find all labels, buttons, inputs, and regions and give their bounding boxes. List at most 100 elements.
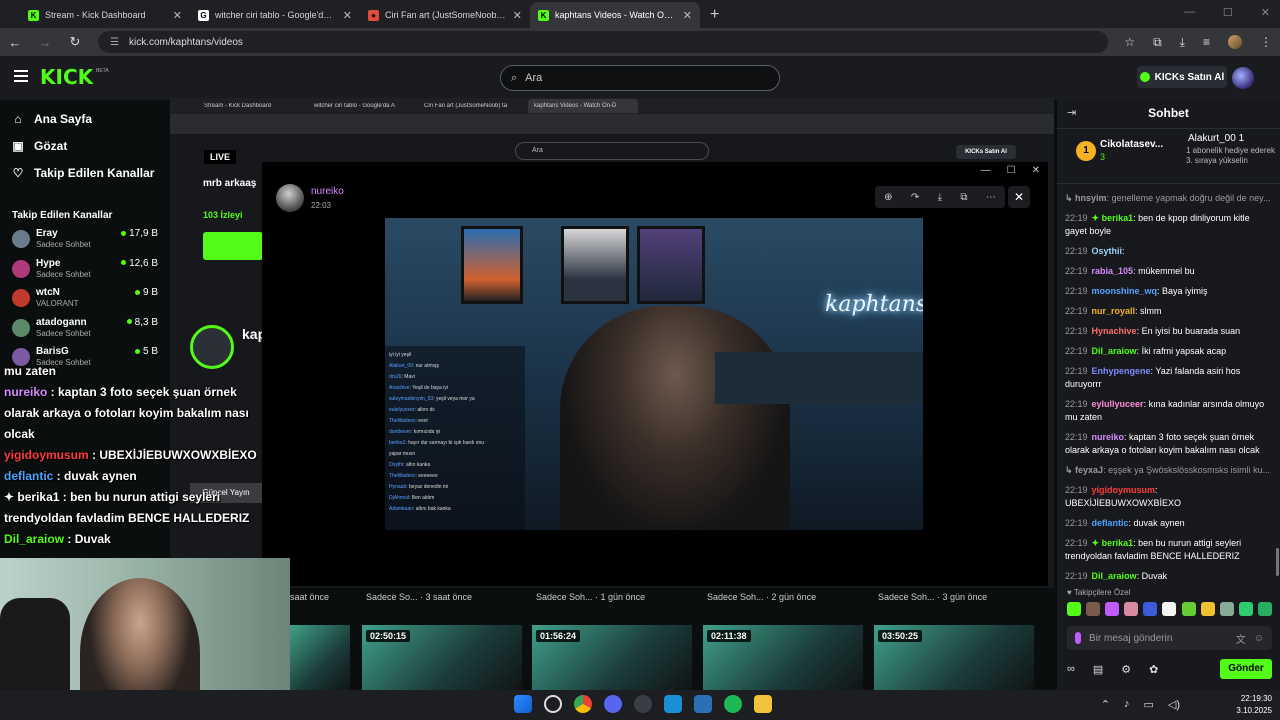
video-thumbnail[interactable]: 02:11:38 [703, 625, 863, 690]
url-field[interactable]: ☰ kick.com/kaphtans/videos [98, 31, 1109, 53]
folder-icon[interactable] [754, 695, 772, 713]
open-external-icon[interactable]: ⧉ [960, 192, 967, 203]
more-icon[interactable]: ⋯ [986, 192, 996, 203]
sidebar-item-following[interactable]: ♡ Takip Edilen Kanallar [12, 166, 155, 180]
store-icon[interactable]: ▤ [1093, 663, 1103, 676]
chat-username[interactable]: nureiko [1092, 432, 1125, 442]
followed-channel[interactable]: Eray Sadece Sohbet 17,9 B [12, 228, 162, 256]
close-tab-icon[interactable]: ✕ [343, 9, 352, 22]
emote-icon[interactable] [1162, 602, 1177, 616]
volume-icon[interactable]: ◁) [1168, 698, 1180, 711]
chat-message[interactable]: 22:19 ✦ berika1: ben bu nurun attigi seyl… [1065, 537, 1272, 563]
network-icon[interactable]: ▭ [1143, 698, 1153, 711]
chat-message[interactable]: 22:19 Osythii: [1065, 245, 1272, 258]
chat-input[interactable]: Bir mesaj gönderin 文 ☺ [1067, 626, 1272, 650]
chat-username[interactable]: yigidoymusum [1092, 485, 1156, 495]
close-window-icon[interactable]: ✕ [1261, 6, 1270, 19]
chat-message[interactable]: ↳ feyxaJ: eşşek ya Şwöskslösskosmsks isi… [1065, 464, 1272, 477]
browser-menu-icon[interactable]: ⋮ [1260, 35, 1272, 49]
close-tab-icon[interactable]: ✕ [173, 9, 182, 22]
search-input[interactable]: ⌕ Ara [500, 65, 780, 91]
emote-icon[interactable] [1181, 602, 1196, 616]
chat-username[interactable]: Dil_araiow [1092, 346, 1137, 356]
leader-name[interactable]: Cikolatasev... [1100, 139, 1163, 150]
kicks-icon[interactable]: ✿ [1149, 663, 1158, 676]
chat-username[interactable]: ✦ berika1 [1092, 213, 1134, 223]
media-icon[interactable]: ≡ [1203, 35, 1210, 49]
followed-channel[interactable]: wtcN VALORANT 9 B [12, 287, 162, 315]
user-avatar[interactable] [1232, 67, 1254, 89]
chat-username[interactable]: eylullyuceer [1092, 399, 1144, 409]
close-tab-icon[interactable]: ✕ [513, 9, 522, 22]
emote-icon[interactable] [1105, 602, 1120, 616]
reload-icon[interactable]: ↻ [68, 34, 82, 50]
chat-username[interactable]: ✦ berika1 [1092, 538, 1134, 548]
chat-message[interactable]: 22:19 Hynachive: En iyisi bu buarada suan [1065, 325, 1272, 338]
paint-icon[interactable] [694, 695, 712, 713]
sidebar-item-home[interactable]: ⌂ Ana Sayfa [12, 112, 92, 126]
page-scrollbar[interactable] [1276, 548, 1279, 576]
kick-logo[interactable]: KICK [40, 65, 93, 89]
emote-icon[interactable] [1143, 602, 1158, 616]
chat-username[interactable]: moonshine_wq [1092, 286, 1158, 296]
tray-arrow-icon[interactable]: ⌃ [1101, 698, 1110, 711]
chat-username[interactable]: Osythii [1092, 246, 1123, 256]
video-thumbnail[interactable]: 03:50:25 [874, 625, 1034, 690]
chat-username[interactable]: Enhypengene [1092, 366, 1151, 376]
zoom-icon[interactable]: ⊕ [884, 192, 892, 203]
chat-message[interactable]: ↳ hnsyim: genelleme yapmak doğru değil d… [1065, 192, 1272, 205]
new-tab-button[interactable]: + [710, 6, 719, 24]
chat-message[interactable]: 22:19 nureiko: kaptan 3 foto seçek şuan ö… [1065, 431, 1272, 457]
video-thumbnail[interactable] [290, 625, 350, 690]
mic-icon[interactable]: ♪ [1124, 698, 1130, 711]
bookmark-star-icon[interactable]: ☆ [1124, 35, 1135, 49]
emote-icon[interactable] [1124, 602, 1139, 616]
minimize-icon[interactable]: — [1184, 6, 1195, 19]
chat-message[interactable]: 22:19 nur_royall: slmm [1065, 305, 1272, 318]
clock[interactable]: 22:19:30 3.10.2025 [1236, 693, 1272, 717]
profile-avatar[interactable] [1228, 35, 1242, 49]
emoji-icon[interactable]: ☺ [1254, 633, 1264, 644]
chat-username[interactable]: rabia_105 [1092, 266, 1134, 276]
chat-username[interactable]: nur_royall [1092, 306, 1136, 316]
followed-channel[interactable]: Hype Sadece Sohbet 12,6 B [12, 258, 162, 286]
discord-icon[interactable] [604, 695, 622, 713]
emote-icon[interactable] [1067, 602, 1081, 616]
chat-username[interactable]: Dil_araiow [1092, 571, 1137, 581]
download-icon[interactable]: ⤓ [938, 192, 942, 203]
chat-message[interactable]: 22:19 eylullyuceer: kına kadınlar arsında… [1065, 398, 1272, 424]
chat-message[interactable]: 22:19 Enhypengene: Yazi falanda asiri hos… [1065, 365, 1272, 391]
minimize-icon[interactable]: — [981, 165, 991, 176]
obs-icon[interactable] [634, 695, 652, 713]
chat-message[interactable]: 22:19 ✦ berika1: ben de kpop dinliyorum k… [1065, 212, 1272, 238]
chat-username[interactable]: Hynachive [1092, 326, 1137, 336]
maximize-icon[interactable]: ☐ [1007, 165, 1016, 176]
windows-start-icon[interactable] [514, 695, 532, 713]
close-window-icon[interactable]: ✕ [1032, 165, 1040, 176]
kicks-buy-button[interactable]: KICKs Satın Al [1137, 66, 1227, 88]
settings-icon[interactable]: ⚙ [1121, 663, 1131, 676]
app-icon[interactable] [664, 695, 682, 713]
browser-tab[interactable]: Kkaphtans Videos - Watch On-D ✕ [530, 2, 700, 28]
sidebar-item-browse[interactable]: ▣ Gözat [12, 139, 67, 153]
followed-channel[interactable]: atadogann Sadece Sohbet 8,3 B [12, 317, 162, 345]
emote-icon[interactable] [1238, 602, 1253, 616]
chat-username[interactable]: ↳ feyxaJ [1065, 465, 1103, 475]
spotify-icon[interactable] [724, 695, 742, 713]
download-icon[interactable]: ⤓ [1180, 35, 1185, 50]
search-icon[interactable] [544, 695, 562, 713]
menu-icon[interactable] [14, 70, 28, 82]
chrome-icon[interactable] [574, 695, 592, 713]
emote-icon[interactable] [1257, 602, 1272, 616]
close-viewer-button[interactable]: ✕ [1008, 186, 1030, 208]
chat-message[interactable]: 22:19 yigidoymusum: UBEXİJİEBUWXOWXBİEXO [1065, 484, 1272, 510]
chat-message[interactable]: 22:19 rabia_105: mükemmel bu [1065, 265, 1272, 278]
chat-message[interactable]: 22:19 Dil_araiow: Duvak [1065, 570, 1272, 582]
emote-icon[interactable] [1086, 602, 1101, 616]
back-icon[interactable]: ← [8, 35, 22, 50]
video-thumbnail[interactable]: 01:56:24 [532, 625, 692, 690]
chat-message[interactable]: 22:19 moonshine_wq: Baya iyimiş [1065, 285, 1272, 298]
forward-icon[interactable]: → [38, 35, 52, 50]
share-icon[interactable]: ↷ [911, 192, 919, 203]
video-thumbnail[interactable]: 02:50:15 [362, 625, 522, 690]
